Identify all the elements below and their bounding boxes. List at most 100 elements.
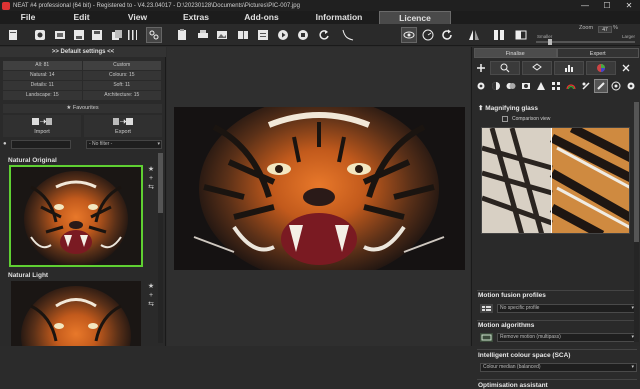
favourite-star-icon[interactable]: ★: [146, 165, 156, 174]
redo-icon[interactable]: [316, 27, 332, 43]
speed-icon[interactable]: [420, 27, 436, 43]
main-image[interactable]: [174, 107, 465, 270]
refresh-icon[interactable]: [439, 27, 455, 43]
rainbow-icon[interactable]: [564, 79, 578, 93]
grid-icon[interactable]: [549, 79, 563, 93]
divider-4: [477, 379, 637, 380]
gear-icon[interactable]: [474, 79, 488, 93]
batch-icon[interactable]: [52, 27, 68, 43]
layers-icon[interactable]: [522, 61, 552, 75]
filter-natural[interactable]: Natural: 14: [3, 71, 82, 80]
menu-information[interactable]: Information: [299, 11, 379, 24]
close-button[interactable]: ✕: [618, 0, 640, 11]
settings-gear-icon[interactable]: [624, 79, 638, 93]
presets-scrollbar-thumb[interactable]: [158, 153, 163, 213]
effects-icon[interactable]: [609, 79, 623, 93]
flip-icon[interactable]: [466, 27, 482, 43]
channels-icon[interactable]: [504, 79, 518, 93]
compare-arrows-icon-2[interactable]: ⇆: [146, 300, 156, 309]
import-button[interactable]: Import: [3, 115, 81, 137]
colour-wheel-icon[interactable]: [586, 61, 616, 75]
magnifier-view[interactable]: [481, 127, 630, 234]
tiger-image: [174, 107, 465, 270]
app-window: NEAT #4 professional (64 bit) - Register…: [0, 0, 640, 389]
side-by-side-icon[interactable]: [513, 27, 529, 43]
histogram-icon[interactable]: [554, 61, 584, 75]
preset-thumb-natural-light[interactable]: [11, 281, 141, 346]
filter-colours[interactable]: Colours: 15: [82, 71, 161, 80]
save-icon[interactable]: [89, 27, 105, 43]
filter-custom[interactable]: Custom: [82, 61, 161, 70]
divider-1: [477, 290, 637, 291]
filter-select[interactable]: - No filter - ▾: [86, 140, 162, 149]
divider-3: [477, 349, 637, 350]
magnifier-icon[interactable]: [490, 61, 520, 75]
add-icon[interactable]: +: [146, 174, 156, 183]
add-icon-2[interactable]: +: [146, 291, 156, 300]
title-bar: NEAT #4 professional (64 bit) - Register…: [0, 0, 640, 11]
settings-scrollbar[interactable]: [634, 102, 639, 342]
save-image-icon[interactable]: [71, 27, 87, 43]
split-view-icon[interactable]: [491, 27, 507, 43]
tab-expert[interactable]: Expert: [556, 48, 639, 58]
motion-fusion-select[interactable]: No specific profile ▾: [497, 304, 637, 313]
brush-icon[interactable]: [594, 79, 608, 93]
export-button[interactable]: Export: [84, 115, 162, 137]
eye-icon[interactable]: [401, 27, 417, 43]
settings-scrollbar-thumb[interactable]: [634, 102, 639, 242]
filter-architecture[interactable]: Architecture: 15: [82, 91, 161, 100]
zoom-slider-thumb[interactable]: [548, 39, 552, 45]
sharpen-icon[interactable]: [534, 79, 548, 93]
open-icon[interactable]: [5, 27, 21, 43]
motion-algorithms-select[interactable]: Remove motion (multipass) ▾: [497, 333, 637, 342]
stamp-icon[interactable]: [579, 79, 593, 93]
filter-soft[interactable]: Soft: 11: [82, 81, 161, 90]
print-icon[interactable]: [195, 27, 211, 43]
image-canvas[interactable]: [167, 47, 470, 346]
stop-icon[interactable]: [295, 27, 311, 43]
preset-search-input[interactable]: [11, 140, 71, 149]
sca-select[interactable]: Colour median (balanced) ▾: [480, 363, 637, 372]
comparison-toggle[interactable]: Comparison view: [502, 115, 550, 123]
sca-value: Colour median (balanced): [483, 364, 541, 370]
filter-all[interactable]: All: 81: [3, 61, 82, 70]
favourites-button[interactable]: ★ Favourites: [3, 104, 162, 113]
filter-landscape[interactable]: Landscape: 15: [3, 91, 82, 100]
gallery-icon[interactable]: [214, 27, 230, 43]
play-icon[interactable]: [275, 27, 291, 43]
clipboard-icon[interactable]: [174, 27, 190, 43]
maximize-button[interactable]: ☐: [596, 0, 618, 11]
menu-extras[interactable]: Extras: [168, 11, 224, 24]
favourite-star-icon-2[interactable]: ★: [146, 282, 156, 291]
copy-settings-icon[interactable]: [109, 27, 125, 43]
menu-add-ons[interactable]: Add-ons: [224, 11, 299, 24]
options-icon[interactable]: [255, 27, 271, 43]
preset-thumb-natural-original[interactable]: [9, 165, 143, 267]
preset-title-natural-original: Natural Original: [8, 157, 57, 164]
tab-finalise[interactable]: Finalise: [474, 48, 557, 58]
presets-scrollbar[interactable]: [158, 153, 163, 343]
filter-details[interactable]: Details: 11: [3, 81, 82, 90]
add-tool-icon[interactable]: [474, 61, 488, 75]
menu-edit[interactable]: Edit: [56, 11, 107, 24]
comparison-checkbox[interactable]: [502, 116, 508, 122]
curve-icon[interactable]: [340, 27, 356, 43]
settings-panel: Finalise Expert ⬆ Magnifying glass Compa…: [471, 47, 640, 389]
contrast-icon[interactable]: [489, 79, 503, 93]
zoom-value[interactable]: 47: [598, 26, 612, 33]
default-settings-header[interactable]: >> Default settings <<: [0, 47, 166, 57]
image-mask-icon[interactable]: [519, 79, 533, 93]
compare-arrows-icon[interactable]: ⇆: [146, 183, 156, 192]
menu-file[interactable]: File: [0, 11, 56, 24]
compare-icon[interactable]: [235, 27, 251, 43]
menu-licence[interactable]: Licence: [379, 11, 451, 24]
profile-magic-icon[interactable]: [146, 27, 162, 43]
zoom-label: Zoom: [579, 25, 594, 31]
open-image-icon[interactable]: [32, 27, 48, 43]
sliders-icon[interactable]: [124, 27, 140, 43]
minimize-button[interactable]: —: [574, 0, 596, 11]
close-panel-icon[interactable]: [619, 61, 633, 75]
tiger-thumbnail-2: [11, 281, 141, 346]
menu-view[interactable]: View: [107, 11, 168, 24]
comparison-label: Comparison view: [512, 116, 551, 122]
